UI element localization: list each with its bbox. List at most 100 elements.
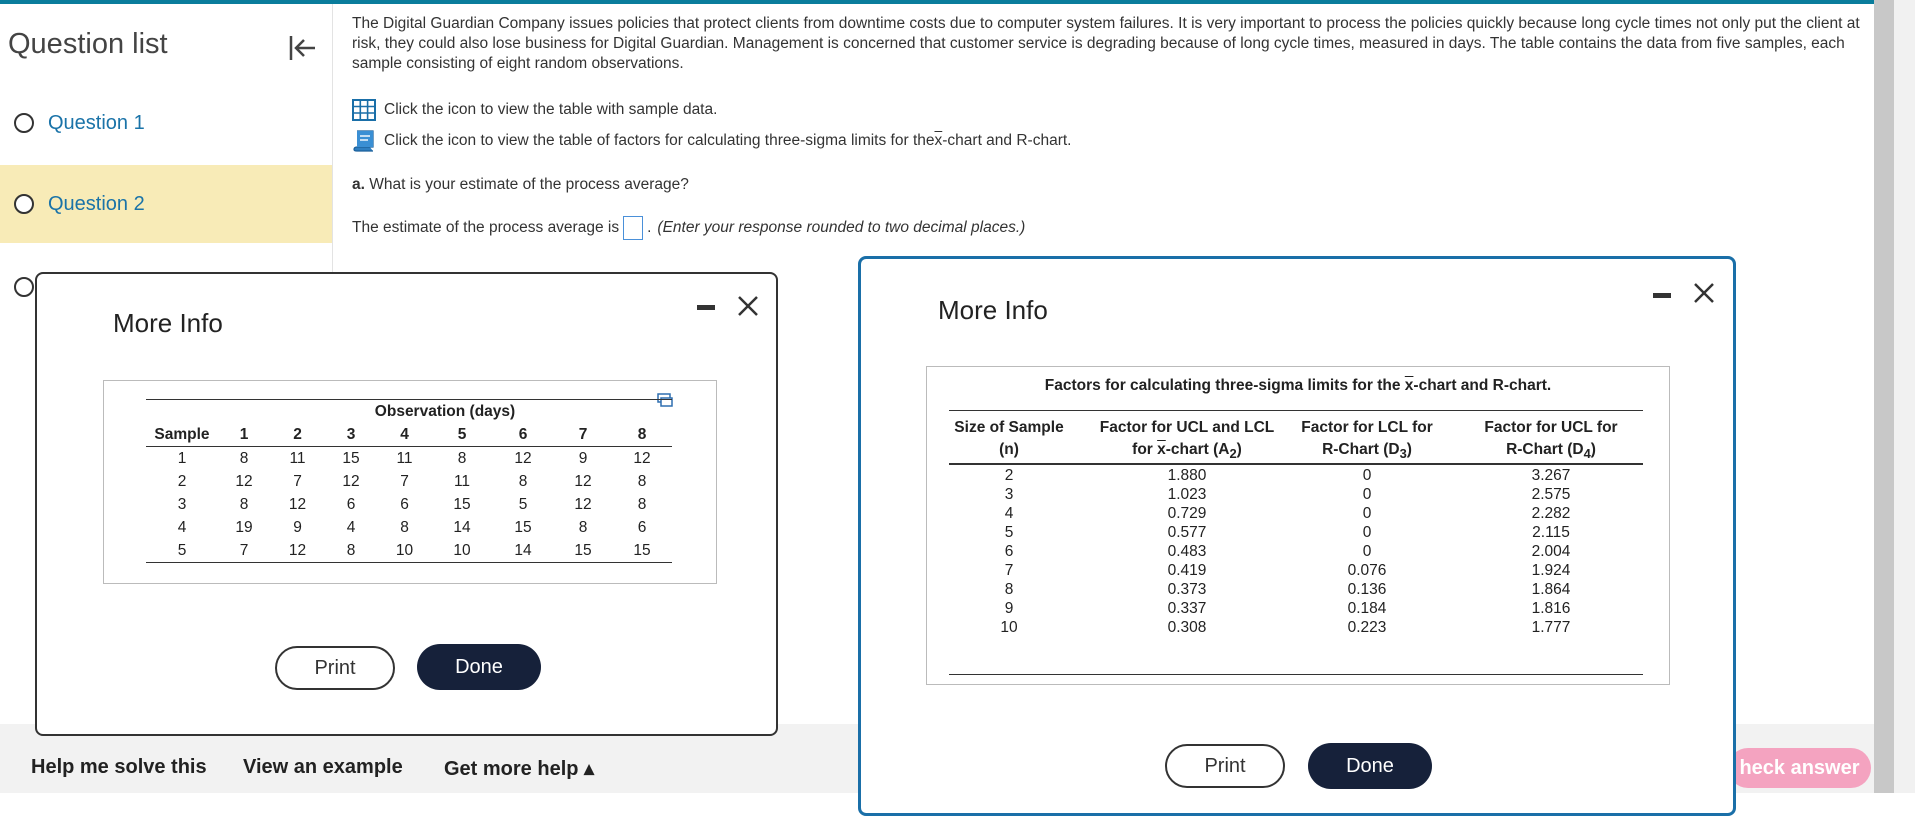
table-row: 10 0.308 0.223 1.777 [949, 619, 1643, 642]
table-cell: 8 [637, 495, 647, 513]
table-cell: 3.267 [1531, 467, 1571, 484]
dialog-title: More Info [938, 295, 1048, 325]
table-cell: 10 [453, 541, 471, 559]
factors-text-pre: Click the icon to view the table of fact… [384, 132, 935, 149]
check-answer-button[interactable]: heck answer [1728, 748, 1871, 788]
table-cell: 15 [342, 449, 360, 467]
minimize-icon[interactable] [1653, 293, 1671, 298]
table-cell: 0.337 [1167, 600, 1207, 617]
factors-dialog: More Info Factors for calculating three-… [858, 256, 1736, 816]
table-cell: 2.115 [1532, 524, 1570, 541]
table-header-cell: 5 [457, 425, 467, 443]
table-cell: 12 [288, 541, 307, 559]
table-cell: 2 [1004, 467, 1014, 484]
factors-line: Click the icon to view the table of fact… [352, 130, 1071, 152]
minimize-icon[interactable] [697, 305, 715, 310]
dialog-title: More Info [113, 308, 223, 338]
collapse-sidebar-icon[interactable] [286, 32, 318, 64]
table-header-cell: 3 [346, 425, 356, 443]
table-cell: 0 [1362, 505, 1372, 522]
table-cell: 4 [177, 518, 187, 536]
table-cell: 14 [453, 518, 471, 536]
sample-data-table-frame: Observation (days) Sample 1 2 3 4 5 6 7 8 1 8 11 15… [103, 380, 717, 584]
table-cell: 4 [1004, 505, 1014, 522]
table-cell: 1.023 [1167, 486, 1207, 503]
observation-group-header: Observation (days) [374, 402, 516, 420]
table-cell: 15 [574, 541, 592, 559]
sample-data-dialog: More Info Observation (days) Sample 1 2 3 4 5… [35, 272, 778, 736]
sample-data-table: Observation (days) Sample 1 2 3 4 5 6 7 8 1 8 11 15… [146, 399, 672, 563]
help-me-solve-button[interactable]: Help me solve this [31, 756, 207, 779]
table-row: 1 8 11 15 11 8 12 9 12 [146, 447, 672, 471]
scrollbar-thumb[interactable] [1874, 0, 1894, 793]
sample-data-text: Click the icon to view the table with sa… [384, 101, 718, 118]
sidebar-item-question-2[interactable]: Question 2 [0, 165, 332, 243]
table-header-cell: Sample [154, 425, 210, 443]
print-button[interactable]: Print [275, 646, 395, 690]
done-button[interactable]: Done [1308, 743, 1432, 789]
table-cell: 14 [514, 541, 532, 559]
factors-table-frame: Factors for calculating three-sigma limi… [926, 366, 1670, 685]
table-cell: 0.729 [1167, 505, 1207, 522]
table-cell: 5 [177, 541, 187, 559]
table-cell: 6 [400, 495, 409, 513]
close-icon[interactable] [1690, 279, 1718, 307]
table-cell: 15 [514, 518, 532, 536]
header-sample-size: Size of Sample (n) [954, 419, 1064, 458]
table-cell: 7 [1004, 562, 1014, 579]
table-cell: 3 [1004, 486, 1014, 503]
table-cell: 11 [396, 449, 413, 467]
table-cell: 0.136 [1347, 581, 1387, 598]
part-a-label: a. [352, 176, 365, 193]
header-d3: Factor for LCL for R-Chart (D3) [1301, 419, 1433, 462]
done-button[interactable]: Done [417, 644, 541, 690]
table-icon[interactable] [352, 99, 376, 121]
print-button[interactable]: Print [1165, 744, 1285, 788]
sidebar-item-question-1[interactable]: Question 1 [0, 84, 332, 162]
table-cell: 1.924 [1531, 562, 1571, 579]
answer-hint: (Enter your response rounded to two deci… [657, 219, 1026, 236]
table-cell: 1.880 [1167, 467, 1207, 484]
get-more-help-button[interactable]: Get more help ▴ [444, 756, 594, 781]
table-cell: 19 [235, 518, 253, 536]
table-cell: 9 [1004, 600, 1014, 617]
table-rule [949, 410, 1643, 411]
table-cell: 2 [177, 472, 187, 490]
header-a2: Factor for UCL and LCL for x-chart (A2) [1099, 419, 1275, 462]
part-a-question: a. What is your estimate of the process … [352, 176, 689, 194]
sidebar-title: Question list [8, 28, 168, 60]
x-bar-symbol: x [934, 132, 943, 149]
problem-statement: The Digital Guardian Company issues poli… [352, 15, 1860, 72]
table-header-row: Sample 1 2 3 4 5 6 7 8 [146, 423, 672, 447]
table-header-cell: 7 [578, 425, 588, 443]
table-cell: 0.308 [1167, 619, 1207, 636]
table-cell: 8 [1004, 581, 1014, 598]
table-cell: 0.373 [1167, 581, 1207, 598]
radio-icon [14, 277, 34, 297]
table-cell: 4 [346, 518, 356, 536]
table-row: 3 8 12 6 6 15 5 12 8 [146, 493, 672, 516]
table-cell: 11 [453, 472, 471, 490]
table-cell: 10 [1000, 619, 1018, 636]
table-cell: 0.577 [1167, 524, 1207, 541]
table-cell: 0.184 [1347, 600, 1387, 617]
scrollbar[interactable] [1874, 0, 1915, 793]
part-a-text: What is your estimate of the process ave… [364, 176, 689, 193]
table-cell: 2.575 [1531, 486, 1571, 503]
answer-line: The estimate of the process average is .… [352, 216, 1025, 240]
table-cell: 0.076 [1347, 562, 1387, 579]
table-cell: 8 [578, 518, 588, 536]
book-icon[interactable] [352, 130, 376, 152]
answer-input[interactable] [623, 216, 644, 240]
table-cell: 9 [578, 449, 588, 467]
table-cell: 7 [293, 472, 302, 490]
table-cell: 12 [574, 495, 592, 513]
table-cell: 12 [288, 495, 307, 513]
table-cell: 5 [1004, 524, 1014, 541]
answer-prompt: The estimate of the process average is [352, 219, 620, 236]
sample-data-line: Click the icon to view the table with sa… [352, 99, 717, 121]
view-example-button[interactable]: View an example [243, 756, 403, 779]
close-icon[interactable] [734, 292, 762, 320]
table-cell: 1.864 [1531, 581, 1571, 598]
table-cell: 7 [239, 541, 249, 559]
